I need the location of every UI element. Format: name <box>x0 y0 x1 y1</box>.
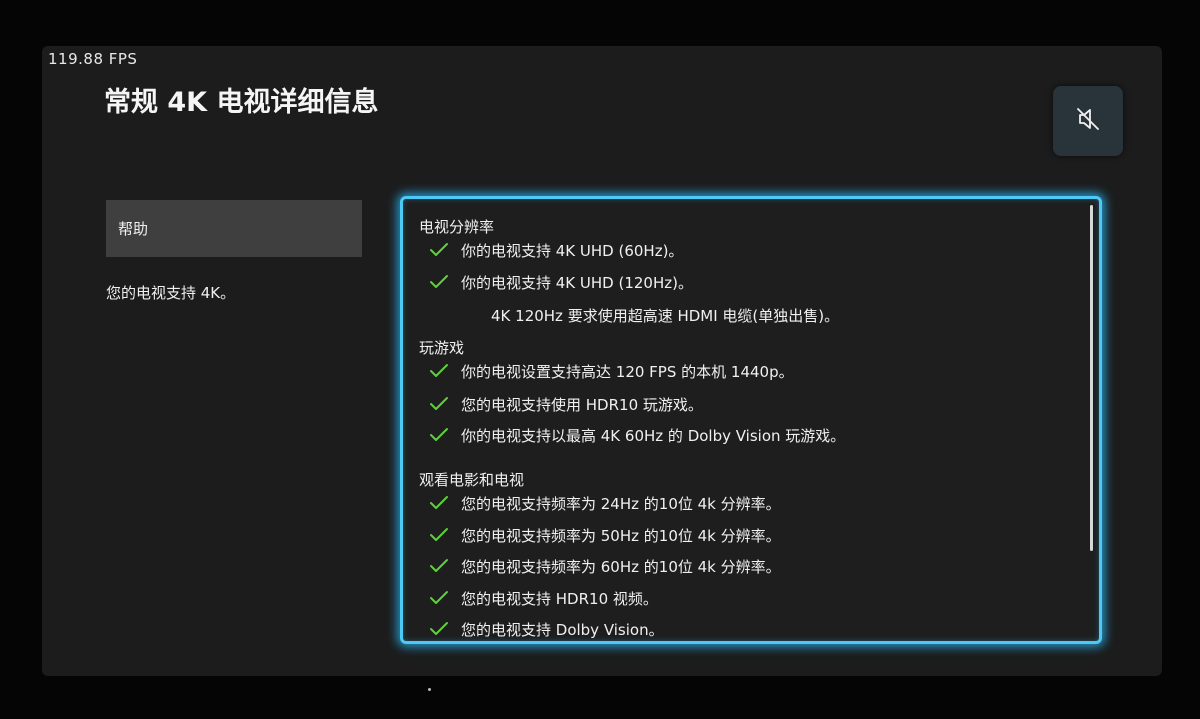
list-item: 您的电视支持频率为 24Hz 的10位 4k 分辨率。 <box>429 491 781 515</box>
list-item-note: 4K 120Hz 要求使用超高速 HDMI 电缆(单独出售)。 <box>491 307 840 325</box>
section-title: 电视分辨率 <box>419 218 495 236</box>
checkmark-icon <box>429 427 449 443</box>
list-item: 您的电视支持频率为 50Hz 的10位 4k 分辨率。 <box>429 523 781 547</box>
help-button[interactable]: 帮助 <box>106 200 362 257</box>
scrollbar[interactable] <box>1090 205 1093 551</box>
page-title: 常规 4K 电视详细信息 <box>104 87 379 118</box>
checkmark-icon <box>429 396 449 412</box>
list-item-text: 你的电视设置支持高达 120 FPS 的本机 1440p。 <box>461 362 794 381</box>
tv-details-panel[interactable]: 电视分辨率你的电视支持 4K UHD (60Hz)。 你的电视支持 4K UHD … <box>400 196 1102 644</box>
checkmark-icon <box>429 558 449 574</box>
speaker-muted-icon <box>1073 104 1103 138</box>
list-item-text: 您的电视支持 HDR10 视频。 <box>461 589 658 608</box>
list-item: 您的电视支持使用 HDR10 玩游戏。 <box>429 392 703 416</box>
tv-support-summary: 您的电视支持 4K。 <box>106 284 236 302</box>
list-item: 你的电视支持以最高 4K 60Hz 的 Dolby Vision 玩游戏。 <box>429 423 845 447</box>
list-item-text: 您的电视支持频率为 24Hz 的10位 4k 分辨率。 <box>461 494 781 513</box>
list-item: 您的电视支持 HDR10 视频。 <box>429 586 658 610</box>
list-item: 你的电视设置支持高达 120 FPS 的本机 1440p。 <box>429 359 794 383</box>
list-item: 你的电视支持 4K UHD (60Hz)。 <box>429 238 683 262</box>
section-title: 玩游戏 <box>419 339 465 357</box>
checkmark-icon <box>429 590 449 606</box>
list-item-text: 您的电视支持频率为 60Hz 的10位 4k 分辨率。 <box>461 557 781 576</box>
list-item-text: 您的电视支持频率为 50Hz 的10位 4k 分辨率。 <box>461 526 781 545</box>
checkmark-icon <box>429 363 449 379</box>
checkmark-icon <box>429 527 449 543</box>
fps-counter: 119.88 FPS <box>48 50 138 68</box>
list-item: 您的电视支持频率为 60Hz 的10位 4k 分辨率。 <box>429 554 781 578</box>
help-button-label: 帮助 <box>118 220 149 238</box>
list-item: 您的电视支持 Dolby Vision。 <box>429 617 664 641</box>
section-title: 观看电影和电视 <box>419 471 525 489</box>
mute-button[interactable] <box>1053 86 1123 156</box>
checkmark-icon <box>429 242 449 258</box>
list-item-text: 你的电视支持 4K UHD (60Hz)。 <box>461 241 684 260</box>
list-item-text: 你的电视支持 4K UHD (120Hz)。 <box>461 273 693 292</box>
checkmark-icon <box>429 621 449 637</box>
checkmark-icon <box>429 274 449 290</box>
list-item-text: 您的电视支持 Dolby Vision。 <box>461 620 664 639</box>
checkmark-icon <box>429 495 449 511</box>
list-item: 你的电视支持 4K UHD (120Hz)。 <box>429 270 693 294</box>
indicator-dot <box>428 688 431 691</box>
list-item-text: 你的电视支持以最高 4K 60Hz 的 Dolby Vision 玩游戏。 <box>461 426 846 445</box>
list-item-text: 您的电视支持使用 HDR10 玩游戏。 <box>461 395 703 414</box>
